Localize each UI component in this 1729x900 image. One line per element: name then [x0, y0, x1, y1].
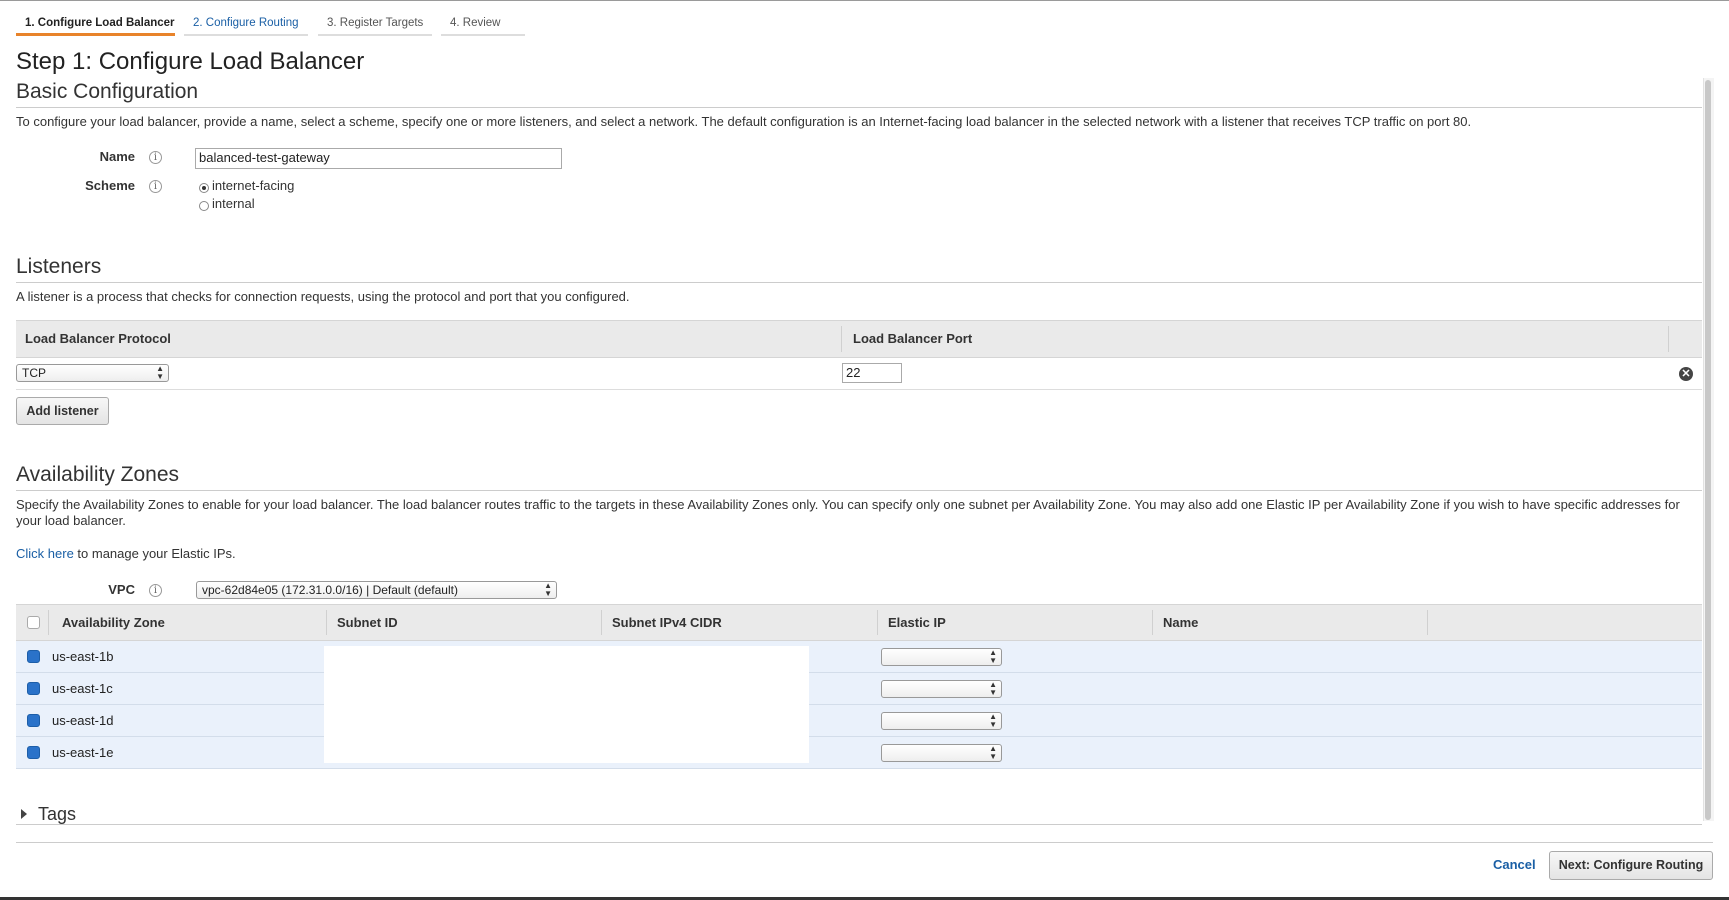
- basic-configuration-description: To configure your load balancer, provide…: [16, 114, 1472, 129]
- col-availability-zone: Availability Zone: [62, 615, 165, 630]
- next-configure-routing-button[interactable]: Next: Configure Routing: [1549, 851, 1713, 880]
- footer-divider: [16, 842, 1713, 843]
- column-separator: [1668, 326, 1669, 352]
- info-icon[interactable]: i: [149, 180, 162, 193]
- table-row: us-east-1e ▲ ▼: [16, 737, 1702, 769]
- manage-elastic-ips-text: to manage your Elastic IPs.: [73, 546, 236, 561]
- zone-name: us-east-1c: [52, 681, 113, 696]
- select-arrows-icon: ▲ ▼: [156, 364, 164, 381]
- scheme-internal-radio[interactable]: [199, 201, 209, 211]
- top-border: [0, 0, 1729, 1]
- port-input[interactable]: 22: [842, 363, 902, 383]
- divider: [16, 107, 1702, 108]
- zone-checkbox[interactable]: [27, 714, 40, 727]
- vpc-value: vpc-62d84e05 (172.31.0.0/16) | Default (…: [202, 583, 458, 597]
- add-listener-button[interactable]: Add listener: [16, 397, 109, 425]
- divider: [16, 282, 1702, 283]
- scheme-internal-label: internal: [212, 196, 255, 211]
- basic-configuration-heading: Basic Configuration: [16, 80, 199, 103]
- select-arrows-icon: ▲ ▼: [989, 712, 997, 729]
- column-separator: [326, 610, 327, 635]
- vpc-label: VPC: [108, 582, 135, 597]
- zone-name: us-east-1e: [52, 745, 114, 760]
- protocol-value: TCP: [22, 366, 46, 380]
- scheme-internet-facing-radio[interactable]: [199, 183, 209, 193]
- name-label: Name: [99, 149, 135, 164]
- info-icon[interactable]: i: [149, 584, 162, 597]
- column-separator: [601, 610, 602, 635]
- elastic-ip-manage-text: Click here to manage your Elastic IPs.: [16, 546, 1706, 562]
- remove-listener-close-icon[interactable]: ✕: [1679, 367, 1693, 381]
- select-arrows-icon: ▲ ▼: [989, 648, 997, 665]
- elastic-ip-select[interactable]: ▲ ▼: [881, 680, 1002, 698]
- tab-configure-load-balancer[interactable]: 1. Configure Load Balancer: [16, 12, 175, 36]
- elastic-ip-select[interactable]: ▲ ▼: [881, 744, 1002, 762]
- tab-review[interactable]: 4. Review: [441, 12, 525, 36]
- column-separator: [841, 326, 842, 352]
- tab-register-targets[interactable]: 3. Register Targets: [318, 12, 432, 36]
- col-subnet-id: Subnet ID: [337, 615, 398, 630]
- elastic-ip-select[interactable]: ▲ ▼: [881, 712, 1002, 730]
- select-arrows-icon: ▲ ▼: [544, 581, 552, 598]
- col-name: Name: [1163, 615, 1199, 630]
- zone-checkbox[interactable]: [27, 746, 40, 759]
- scheme-internet-facing-label: internet-facing: [212, 178, 295, 193]
- table-row: us-east-1d ▲ ▼: [16, 705, 1702, 737]
- zone-checkbox[interactable]: [27, 650, 40, 663]
- select-arrows-icon: ▲ ▼: [989, 680, 997, 697]
- tab-configure-routing[interactable]: 2. Configure Routing: [184, 12, 308, 36]
- table-row: us-east-1b ▲ ▼: [16, 641, 1702, 673]
- vpc-select[interactable]: vpc-62d84e05 (172.31.0.0/16) | Default (…: [196, 581, 557, 599]
- info-icon[interactable]: i: [149, 151, 162, 164]
- column-separator: [48, 610, 49, 635]
- column-separator: [877, 610, 878, 635]
- column-separator: [1152, 610, 1153, 635]
- col-load-balancer-protocol: Load Balancer Protocol: [25, 331, 171, 346]
- select-all-checkbox[interactable]: [27, 616, 40, 629]
- scheme-label: Scheme: [85, 178, 135, 193]
- zone-checkbox[interactable]: [27, 682, 40, 695]
- zone-name: us-east-1b: [52, 649, 114, 664]
- zone-name: us-east-1d: [52, 713, 114, 728]
- expand-triangle-icon[interactable]: [21, 809, 27, 819]
- availability-zones-table-header: [16, 604, 1702, 641]
- redacted-area: [324, 646, 809, 763]
- cancel-link[interactable]: Cancel: [1493, 857, 1536, 872]
- col-subnet-ipv4-cidr: Subnet IPv4 CIDR: [612, 615, 722, 630]
- listeners-description: A listener is a process that checks for …: [16, 289, 630, 304]
- column-separator: [1427, 610, 1428, 635]
- tags-toggle[interactable]: Tags: [38, 804, 76, 825]
- select-arrows-icon: ▲ ▼: [989, 744, 997, 761]
- divider: [16, 824, 1702, 825]
- divider: [16, 490, 1702, 491]
- page-title: Step 1: Configure Load Balancer: [16, 48, 365, 75]
- listeners-heading: Listeners: [16, 255, 102, 278]
- col-load-balancer-port: Load Balancer Port: [853, 331, 973, 346]
- click-here-link[interactable]: Click here: [16, 546, 74, 561]
- col-elastic-ip: Elastic IP: [888, 615, 946, 630]
- availability-zones-heading: Availability Zones: [16, 463, 180, 486]
- elastic-ip-select[interactable]: ▲ ▼: [881, 648, 1002, 666]
- availability-zones-description: Specify the Availability Zones to enable…: [16, 497, 1680, 528]
- name-input[interactable]: balanced-test-gateway: [195, 148, 562, 169]
- protocol-select[interactable]: TCP ▲ ▼: [16, 364, 169, 382]
- table-row: us-east-1c ▲ ▼: [16, 673, 1702, 705]
- scrollbar-thumb[interactable]: [1705, 80, 1711, 820]
